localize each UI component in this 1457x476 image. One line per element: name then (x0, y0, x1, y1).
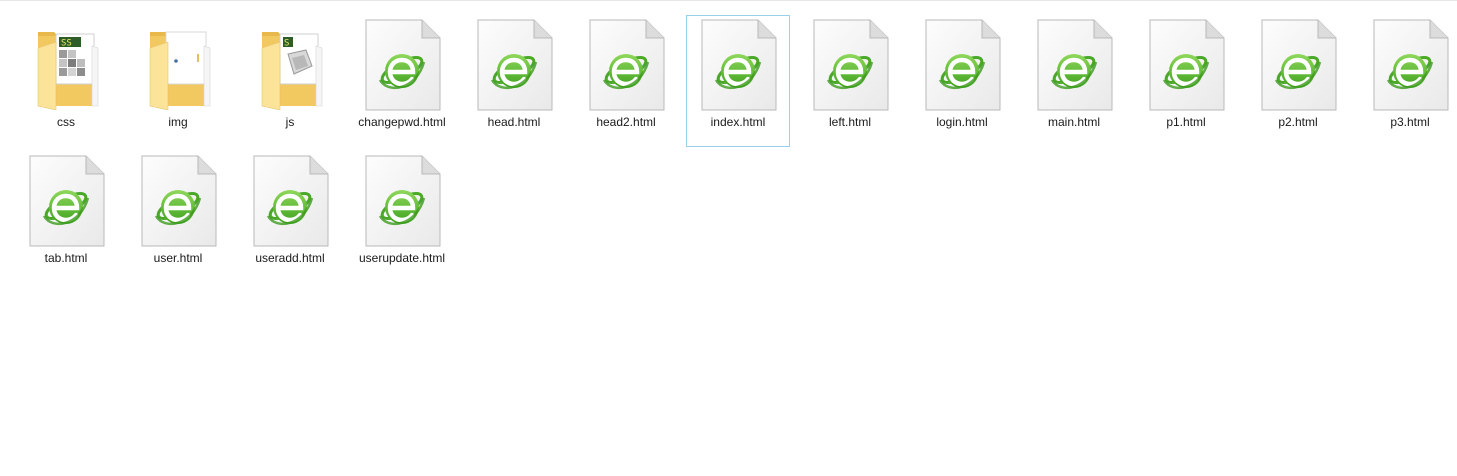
html-file-icon (477, 19, 553, 111)
item-thumbnail (1247, 16, 1351, 112)
file-item[interactable]: head.html (462, 15, 566, 147)
file-item[interactable]: left.html (798, 15, 902, 147)
folder-icon: S (261, 32, 323, 110)
html-file-icon (29, 155, 105, 247)
html-file-icon (1037, 19, 1113, 111)
item-thumbnail (799, 16, 903, 112)
item-thumbnail: S (239, 16, 343, 112)
item-name-label: img (168, 115, 188, 129)
file-item[interactable]: changepwd.html (350, 15, 454, 147)
file-item[interactable]: head2.html (574, 15, 678, 147)
item-name-label: useradd.html (255, 251, 325, 265)
folder-icon: SS (37, 32, 99, 110)
file-item[interactable]: index.html (686, 15, 790, 147)
file-grid: SS css img S js changepwd.html head.html… (0, 0, 1457, 476)
html-file-icon (925, 19, 1001, 111)
item-name-label: p2.html (1278, 115, 1318, 129)
item-name-label: index.html (710, 115, 766, 129)
file-item[interactable]: p2.html (1246, 15, 1350, 147)
item-name-label: left.html (828, 115, 871, 129)
file-item[interactable]: p1.html (1134, 15, 1238, 147)
item-name-label: tab.html (44, 251, 88, 265)
item-name-label: head2.html (596, 115, 656, 129)
folder-item[interactable]: S js (238, 15, 342, 147)
file-item[interactable]: tab.html (14, 151, 118, 283)
html-file-icon (1149, 19, 1225, 111)
svg-text:S: S (284, 39, 289, 49)
html-file-icon (589, 19, 665, 111)
file-item[interactable]: userupdate.html (350, 151, 454, 283)
item-name-label: login.html (936, 115, 988, 129)
file-item[interactable]: useradd.html (238, 151, 342, 283)
html-file-icon (365, 155, 441, 247)
html-file-icon (813, 19, 889, 111)
html-file-icon (1261, 19, 1337, 111)
html-file-icon (1373, 19, 1449, 111)
item-name-label: css (57, 115, 75, 129)
item-thumbnail: SS (15, 16, 119, 112)
item-name-label: js (285, 115, 295, 129)
file-explorer-view: SS css img S js changepwd.html head.html… (0, 0, 1457, 476)
item-thumbnail (351, 16, 455, 112)
folder-item[interactable]: SS css (14, 15, 118, 147)
folder-icon (149, 31, 211, 110)
item-name-label: head.html (487, 115, 541, 129)
item-thumbnail (911, 16, 1015, 112)
item-thumbnail (463, 16, 567, 112)
item-thumbnail (575, 16, 679, 112)
item-thumbnail (1135, 16, 1239, 112)
item-thumbnail (351, 152, 455, 248)
item-thumbnail (687, 16, 791, 112)
html-file-icon (701, 19, 777, 111)
item-name-label: user.html (153, 251, 203, 265)
html-file-icon (365, 19, 441, 111)
item-thumbnail (127, 152, 231, 248)
item-thumbnail (1023, 16, 1127, 112)
item-thumbnail (127, 16, 231, 112)
html-file-icon (141, 155, 217, 247)
file-item[interactable]: p3.html (1358, 15, 1457, 147)
item-thumbnail (15, 152, 119, 248)
item-name-label: changepwd.html (358, 115, 446, 129)
item-thumbnail (239, 152, 343, 248)
item-thumbnail (1359, 16, 1457, 112)
html-file-icon (253, 155, 329, 247)
item-name-label: p1.html (1166, 115, 1206, 129)
svg-text:SS: SS (61, 39, 72, 49)
item-name-label: userupdate.html (358, 251, 446, 265)
item-name-label: p3.html (1390, 115, 1430, 129)
item-name-label: main.html (1047, 115, 1100, 129)
file-item[interactable]: login.html (910, 15, 1014, 147)
folder-item[interactable]: img (126, 15, 230, 147)
file-item[interactable]: main.html (1022, 15, 1126, 147)
file-item[interactable]: user.html (126, 151, 230, 283)
